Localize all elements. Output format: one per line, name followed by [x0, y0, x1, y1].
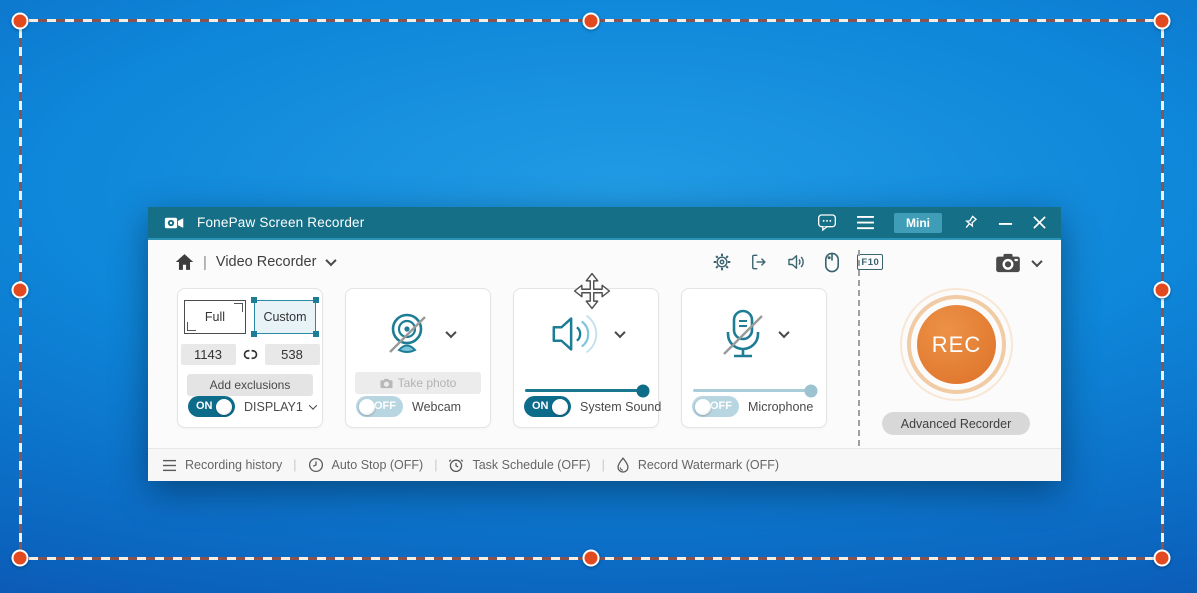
task-schedule-button[interactable]: Task Schedule (OFF) [448, 457, 591, 473]
status-bar: Recording history | Auto Stop (OFF) | Ta… [148, 448, 1061, 481]
title-bar[interactable]: FonePaw Screen Recorder Mini [148, 207, 1061, 240]
system-sound-dropdown-chevron-icon[interactable] [614, 326, 626, 339]
webcam-toggle[interactable]: OFF [356, 396, 403, 417]
minimize-button[interactable] [998, 216, 1013, 230]
snapshot-dropdown-chevron-icon[interactable] [1031, 255, 1043, 268]
system-sound-speaker-icon[interactable] [548, 310, 602, 358]
video-camera-app-icon [164, 215, 185, 231]
nav-divider: | [203, 253, 207, 271]
webcam-dropdown-chevron-icon[interactable] [445, 326, 457, 339]
status-divider: | [601, 458, 605, 472]
display-toggle[interactable]: ON [188, 396, 235, 417]
webcam-label: Webcam [412, 399, 462, 414]
selection-handle-top-right[interactable] [1153, 12, 1171, 30]
app-window: FonePaw Screen Recorder Mini | Video Rec… [148, 207, 1061, 481]
list-icon [163, 459, 176, 471]
monitor-chevron-icon [308, 400, 318, 410]
toggle-knob [695, 398, 711, 415]
microphone-toggle[interactable]: OFF [692, 396, 739, 417]
selection-handle-bottom-left[interactable] [11, 549, 29, 567]
recording-history-button[interactable]: Recording history [162, 458, 282, 472]
system-sound-panel: ON System Sound [513, 288, 662, 428]
record-watermark-button[interactable]: Record Watermark (OFF) [616, 457, 779, 473]
camera-icon [996, 253, 1020, 273]
hotkey-f10-button[interactable]: F10 [857, 254, 884, 270]
microphone-panel: OFF Microphone [681, 288, 827, 428]
unlink-aspect-icon[interactable] [243, 347, 258, 362]
rec-button[interactable]: REC [900, 288, 1013, 401]
selection-handle-mid-left[interactable] [11, 281, 29, 299]
toggle-knob [552, 398, 568, 415]
webcam-disabled-icon[interactable] [381, 308, 433, 360]
toggle-knob [216, 398, 232, 415]
settings-gear-icon[interactable] [712, 252, 732, 272]
take-photo-button[interactable]: Take photo [355, 372, 481, 394]
selection-handle-top-center[interactable] [582, 12, 600, 30]
recording-area-panel: Full Custom 1143 538 Add exclusions ON D… [177, 288, 323, 428]
width-input[interactable]: 1143 [180, 344, 236, 365]
auto-stop-button[interactable]: Auto Stop (OFF) [308, 457, 423, 473]
alarm-clock-icon [449, 459, 464, 473]
panel-separator [858, 250, 860, 446]
microphone-volume-slider[interactable] [693, 384, 818, 397]
sound-speaker-icon[interactable] [786, 252, 807, 272]
menu-icon[interactable] [856, 215, 875, 230]
camera-small-icon [380, 378, 393, 388]
height-input[interactable]: 538 [264, 344, 320, 365]
snapshot-camera-button[interactable] [995, 253, 1043, 273]
app-title: FonePaw Screen Recorder [197, 215, 365, 230]
selection-handle-bottom-center[interactable] [582, 549, 600, 567]
pin-icon[interactable] [961, 214, 979, 232]
microphone-disabled-icon[interactable] [720, 308, 766, 360]
recorder-mode-label: Video Recorder [215, 254, 317, 270]
status-divider: | [293, 458, 297, 472]
advanced-recorder-button[interactable]: Advanced Recorder [882, 412, 1030, 435]
custom-area-button[interactable]: Custom [251, 297, 316, 337]
monitor-label: DISPLAY1 [244, 399, 303, 414]
selection-handle-mid-right[interactable] [1153, 281, 1171, 299]
mouse-icon[interactable] [824, 252, 840, 273]
desktop-background: FonePaw Screen Recorder Mini | Video Rec… [0, 0, 1197, 593]
close-button[interactable] [1032, 215, 1047, 230]
clock-icon [308, 457, 323, 473]
selection-handle-top-left[interactable] [11, 12, 29, 30]
watermark-drop-icon [617, 457, 629, 473]
system-sound-volume-slider[interactable] [525, 384, 650, 397]
monitor-select[interactable]: DISPLAY1 [244, 399, 318, 414]
status-divider: | [434, 458, 438, 472]
toolbar: | Video Recorder F10 [148, 240, 1061, 284]
rec-label: REC [931, 331, 982, 357]
output-export-icon[interactable] [749, 252, 769, 272]
recorder-mode-dropdown[interactable] [325, 253, 338, 271]
mini-mode-button[interactable]: Mini [894, 212, 942, 233]
full-screen-button[interactable]: Full [184, 300, 246, 334]
system-sound-toggle[interactable]: ON [524, 396, 571, 417]
selection-handle-bottom-right[interactable] [1153, 549, 1171, 567]
microphone-label: Microphone [748, 399, 814, 414]
microphone-dropdown-chevron-icon[interactable] [778, 326, 790, 339]
feedback-icon[interactable] [817, 213, 837, 232]
webcam-panel: Take photo OFF Webcam [345, 288, 491, 428]
add-exclusions-button[interactable]: Add exclusions [187, 374, 313, 396]
home-icon[interactable] [175, 253, 194, 271]
toggle-knob [359, 398, 375, 415]
system-sound-label: System Sound [580, 399, 662, 414]
